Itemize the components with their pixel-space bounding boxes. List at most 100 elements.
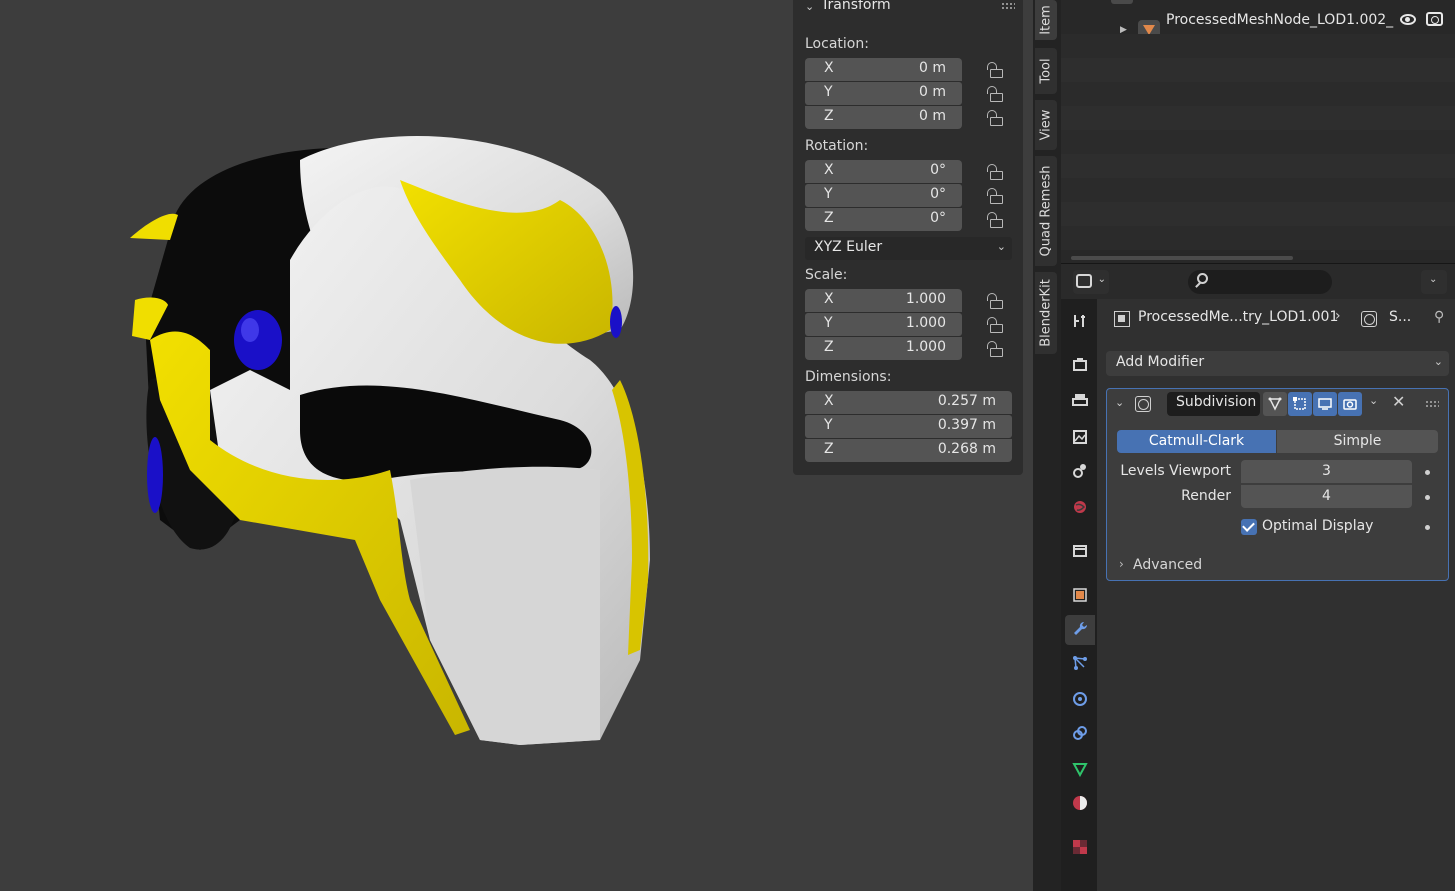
field-value: 1.000 <box>905 339 946 355</box>
close-icon[interactable]: ✕ <box>1392 392 1405 411</box>
rotation-y-field[interactable]: Y 0° <box>805 184 962 207</box>
keyframe-dot-icon[interactable] <box>1425 470 1430 475</box>
field-value: 0 m <box>919 60 946 76</box>
world-icon <box>1074 501 1086 513</box>
chevron-down-icon: ⌄ <box>1429 274 1438 285</box>
lock-icon[interactable] <box>985 110 1003 126</box>
add-modifier-dropdown[interactable]: Add Modifier ⌄ <box>1106 351 1449 376</box>
tab-constraints[interactable] <box>1065 719 1095 749</box>
lock-icon[interactable] <box>985 293 1003 309</box>
lock-icon[interactable] <box>985 212 1003 228</box>
horizontal-scrollbar[interactable] <box>1071 256 1293 260</box>
render-toggle[interactable] <box>1338 392 1362 416</box>
scale-z-field[interactable]: Z 1.000 <box>805 337 962 360</box>
properties-tabs <box>1061 299 1097 891</box>
tab-render[interactable] <box>1065 351 1095 381</box>
tab-world[interactable] <box>1065 493 1095 523</box>
tab-blenderkit[interactable]: BlenderKit <box>1035 272 1057 354</box>
object-icon <box>1073 588 1087 602</box>
transform-panel-header[interactable]: ⌄ Transform <box>793 0 1023 18</box>
eye-icon[interactable] <box>1400 14 1416 25</box>
chevron-down-icon[interactable]: ⌄ <box>1115 396 1124 409</box>
dimensions-x-field[interactable]: X 0.257 m <box>805 391 1012 414</box>
breadcrumb-modifier: S... <box>1389 309 1412 325</box>
editor-type-button[interactable]: ⌄ <box>1073 270 1109 294</box>
tab-physics[interactable] <box>1065 685 1095 715</box>
drag-handle-icon[interactable] <box>1001 2 1015 10</box>
tab-label: Tool <box>1038 58 1054 84</box>
lock-icon[interactable] <box>985 317 1003 333</box>
modifier-name-field[interactable]: Subdivision <box>1167 392 1260 416</box>
keyframe-dot-icon[interactable] <box>1425 525 1430 530</box>
tab-tool-settings[interactable] <box>1065 307 1095 337</box>
axis-label: X <box>824 291 834 307</box>
outliner-empty-row <box>1061 130 1455 154</box>
rotation-x-field[interactable]: X 0° <box>805 160 962 183</box>
location-z-field[interactable]: Z 0 m <box>805 106 962 129</box>
rotation-z-field[interactable]: Z 0° <box>805 208 962 231</box>
tab-particles[interactable] <box>1065 649 1095 679</box>
outliner-empty-row <box>1061 202 1455 226</box>
on-cage-toggle[interactable] <box>1288 392 1312 416</box>
tab-output[interactable] <box>1065 387 1095 417</box>
tab-view-layer[interactable] <box>1065 423 1095 453</box>
outliner-empty-row <box>1061 226 1455 250</box>
location-x-field[interactable]: X 0 m <box>805 58 962 81</box>
chevron-right-icon[interactable]: › <box>1119 557 1124 571</box>
tab-scene[interactable] <box>1065 457 1095 487</box>
outliner-row[interactable]: ▶ ProcessedMeshNode_LOD1.002_ <box>1061 10 1455 40</box>
dimensions-z-field[interactable]: Z 0.268 m <box>805 439 1012 462</box>
lock-icon[interactable] <box>985 86 1003 102</box>
field-value: 0° <box>930 162 946 178</box>
camera-icon[interactable] <box>1426 12 1443 26</box>
tab-texture[interactable] <box>1065 833 1095 863</box>
optimal-display-checkbox[interactable] <box>1241 519 1257 535</box>
chevron-down-icon: ⌄ <box>805 0 815 13</box>
axis-label: Y <box>824 417 833 433</box>
axis-label: Z <box>824 339 834 355</box>
drag-handle-icon[interactable] <box>1425 400 1439 408</box>
tab-material[interactable] <box>1065 789 1095 819</box>
field-value: 1.000 <box>905 291 946 307</box>
render-levels-field[interactable]: 4 <box>1241 485 1412 508</box>
tab-modifiers[interactable] <box>1065 615 1095 645</box>
catmull-clark-option[interactable]: Catmull-Clark <box>1117 430 1276 453</box>
options-dropdown[interactable]: ⌄ <box>1421 270 1447 294</box>
tab-data[interactable] <box>1065 755 1095 785</box>
pin-icon[interactable]: ⚲ <box>1434 309 1444 325</box>
tab-label: View <box>1038 109 1054 141</box>
rotation-mode-dropdown[interactable]: XYZ Euler ⌄ <box>805 237 1012 260</box>
outliner[interactable]: ▶ ProcessedMeshNode_LOD1.002_ <box>1061 0 1455 263</box>
mesh-data-icon <box>1072 763 1088 777</box>
tab-tool[interactable]: Tool <box>1035 48 1057 94</box>
keyframe-dot-icon[interactable] <box>1425 495 1430 500</box>
lock-icon[interactable] <box>985 188 1003 204</box>
image-icon <box>1073 430 1087 444</box>
location-y-field[interactable]: Y 0 m <box>805 82 962 105</box>
realtime-toggle[interactable] <box>1313 392 1337 416</box>
advanced-subpanel[interactable]: Advanced <box>1133 557 1202 573</box>
levels-viewport-field[interactable]: 3 <box>1241 460 1412 483</box>
scale-y-field[interactable]: Y 1.000 <box>805 313 962 336</box>
search-input[interactable] <box>1188 270 1332 294</box>
lock-icon[interactable] <box>985 341 1003 357</box>
edit-mode-toggle[interactable] <box>1263 392 1287 416</box>
particles-icon <box>1073 656 1087 670</box>
lock-icon[interactable] <box>985 62 1003 78</box>
axis-label: Z <box>824 210 834 226</box>
chevron-down-icon[interactable]: ⌄ <box>1369 394 1378 407</box>
scale-x-field[interactable]: X 1.000 <box>805 289 962 312</box>
tab-object[interactable] <box>1065 581 1095 611</box>
dimensions-y-field[interactable]: Y 0.397 m <box>805 415 1012 438</box>
tab-view[interactable]: View <box>1035 100 1057 150</box>
tab-collection[interactable] <box>1065 537 1095 567</box>
helmet-model[interactable] <box>0 0 793 891</box>
lock-icon[interactable] <box>985 164 1003 180</box>
scene-icon <box>1073 464 1086 478</box>
axis-label: X <box>824 60 834 76</box>
axis-label: Y <box>824 84 833 100</box>
simple-option[interactable]: Simple <box>1277 430 1438 453</box>
tab-item[interactable]: Item <box>1035 0 1057 40</box>
vertex-triangle-icon <box>1268 397 1282 411</box>
tab-quad-remesh[interactable]: Quad Remesh <box>1035 156 1057 266</box>
